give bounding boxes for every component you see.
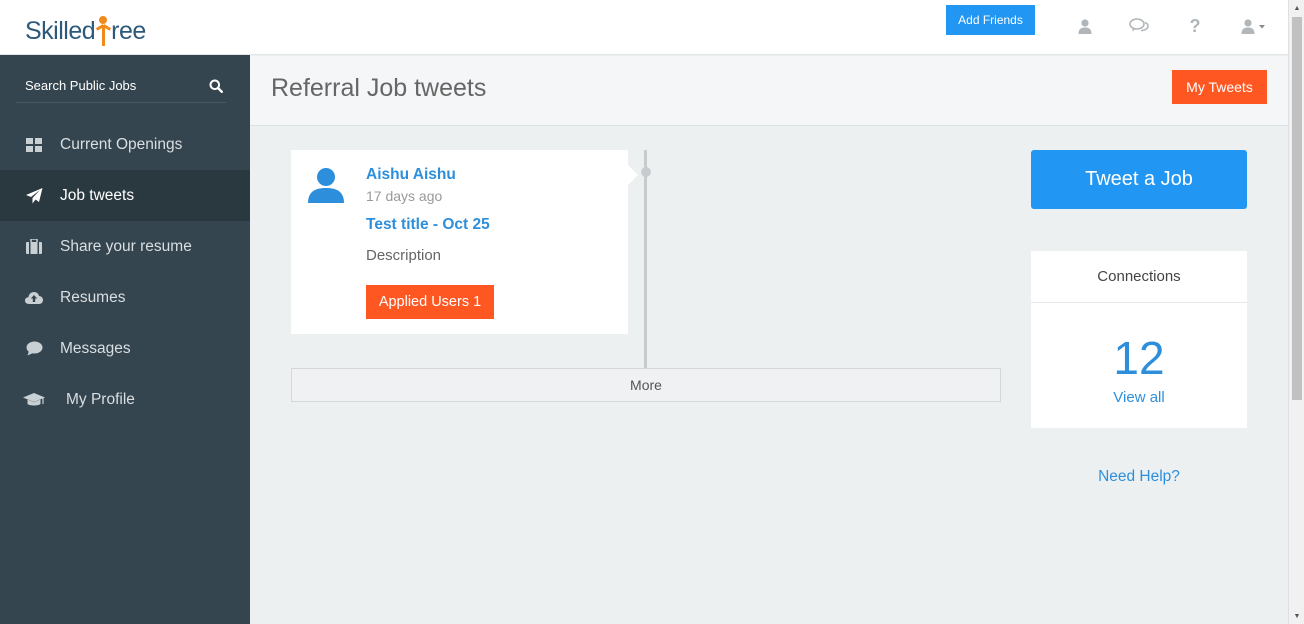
connections-count: 12 xyxy=(1113,332,1165,384)
logo-tree-icon xyxy=(96,16,112,46)
tweet-a-job-button[interactable]: Tweet a Job xyxy=(1031,150,1247,209)
need-help-link[interactable]: Need Help? xyxy=(1031,468,1247,486)
paper-plane-icon xyxy=(24,186,44,206)
page-title: Referral Job tweets xyxy=(271,74,487,102)
scrollbar-thumb[interactable] xyxy=(1292,17,1302,400)
connections-title: Connections xyxy=(1031,251,1247,303)
tweet-author-name[interactable]: Aishu Aishu xyxy=(366,166,456,184)
account-dropdown-icon[interactable] xyxy=(1238,14,1270,38)
grid-icon xyxy=(24,135,44,155)
graduation-cap-icon xyxy=(22,390,46,410)
sidebar-item-my-profile[interactable]: My Profile xyxy=(0,374,250,425)
search-public-jobs-input[interactable] xyxy=(16,78,196,93)
sidebar-item-current-openings[interactable]: Current Openings xyxy=(0,119,250,170)
timeline-line xyxy=(644,150,647,402)
more-tweets-button[interactable]: More xyxy=(291,368,1001,402)
sidebar-item-messages[interactable]: Messages xyxy=(0,323,250,374)
cloud-upload-icon xyxy=(24,288,44,308)
logo-text-left: Skilled xyxy=(25,17,96,45)
sidebar-item-label: Share your resume xyxy=(60,237,192,255)
sidebar-nav: Current Openings Job tweets Share your r… xyxy=(0,119,250,425)
top-navbar: Skilled ree Add Friends ? xyxy=(0,0,1288,55)
timeline-dot xyxy=(641,167,651,177)
sidebar: Current Openings Job tweets Share your r… xyxy=(0,55,250,624)
page-scrollbar[interactable]: ▲ ▼ xyxy=(1288,0,1304,624)
briefcase-icon xyxy=(24,237,44,257)
my-tweets-button[interactable]: My Tweets xyxy=(1172,70,1267,104)
sidebar-item-resumes[interactable]: Resumes xyxy=(0,272,250,323)
applied-users-button[interactable]: Applied Users 1 xyxy=(366,285,494,319)
speech-bubble-icon xyxy=(24,339,44,359)
scroll-up-arrow-icon[interactable]: ▲ xyxy=(1289,0,1304,16)
job-tweet-card: Aishu Aishu 17 days ago Test title - Oct… xyxy=(291,150,638,334)
chat-icon[interactable] xyxy=(1127,14,1151,38)
sidebar-item-label: My Profile xyxy=(66,390,135,408)
tweet-job-title-link[interactable]: Test title - Oct 25 xyxy=(366,216,490,234)
view-all-connections-link[interactable]: View all xyxy=(1031,389,1247,406)
user-icon[interactable] xyxy=(1073,14,1097,38)
search-box xyxy=(16,69,226,103)
search-icon[interactable] xyxy=(209,79,224,94)
sidebar-item-job-tweets[interactable]: Job tweets xyxy=(0,170,250,221)
sidebar-item-label: Resumes xyxy=(60,288,126,306)
scroll-down-arrow-icon[interactable]: ▼ xyxy=(1289,608,1304,624)
page-header: Referral Job tweets My Tweets xyxy=(250,56,1288,126)
tweet-description: Description xyxy=(366,247,442,264)
sidebar-item-label: Current Openings xyxy=(60,135,183,153)
sidebar-item-label: Messages xyxy=(60,339,131,357)
skilledtree-logo[interactable]: Skilled ree xyxy=(25,8,146,46)
avatar-user-icon xyxy=(307,167,345,205)
tweet-timestamp: 17 days ago xyxy=(366,188,443,204)
sidebar-item-label: Job tweets xyxy=(60,186,135,204)
add-friends-button[interactable]: Add Friends xyxy=(946,5,1035,35)
connections-panel: Connections 12 View all xyxy=(1031,251,1247,428)
logo-text-right: ree xyxy=(111,17,146,45)
help-icon[interactable]: ? xyxy=(1183,14,1207,38)
sidebar-item-share-your-resume[interactable]: Share your resume xyxy=(0,221,250,272)
